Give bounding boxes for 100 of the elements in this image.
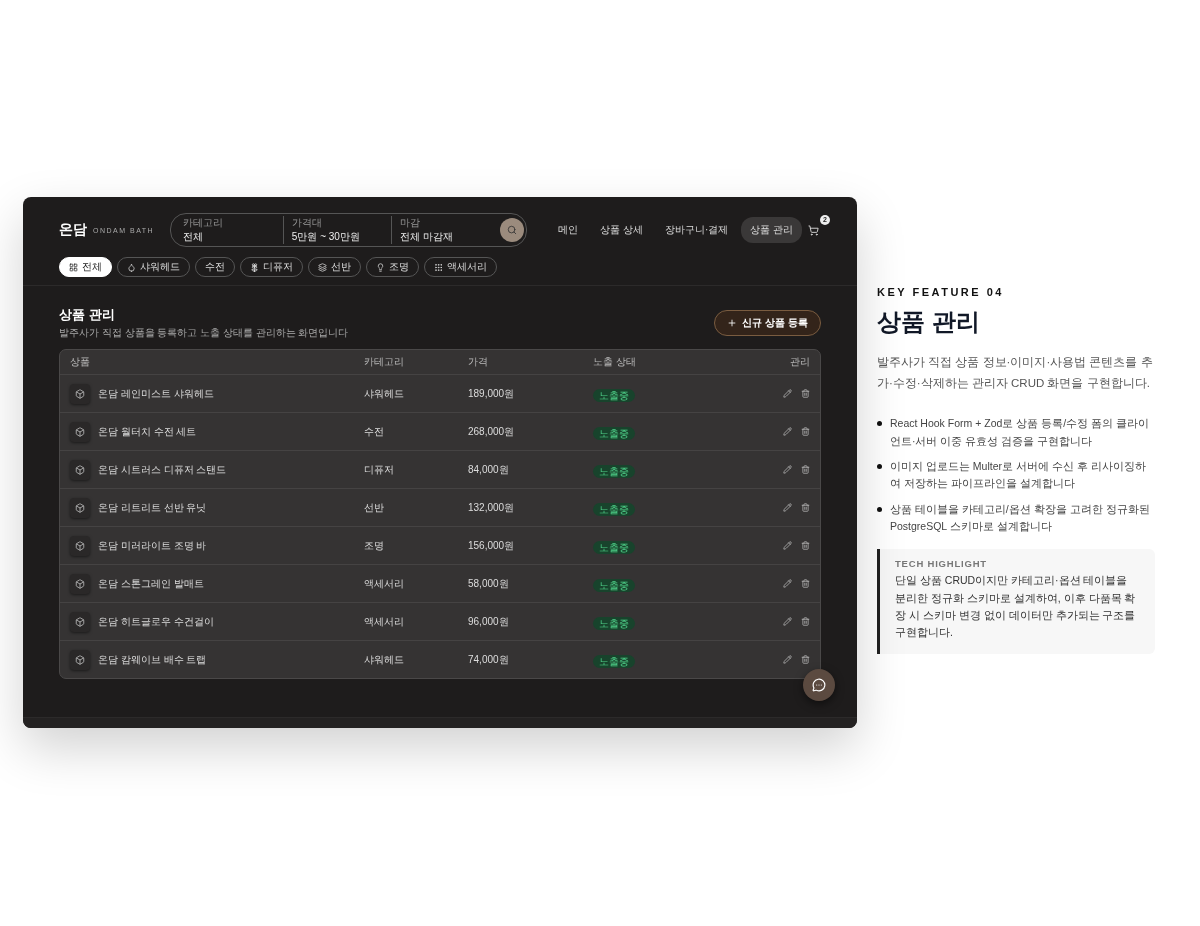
nav-link[interactable]: 장바구니·결제 bbox=[655, 217, 738, 243]
product-name: 온담 리트리트 선반 유닛 bbox=[98, 500, 207, 515]
box-icon bbox=[70, 611, 90, 632]
nav-link[interactable]: 상품 상세 bbox=[591, 217, 652, 243]
category-cell-text: 액세서리 bbox=[364, 614, 405, 629]
box-icon bbox=[70, 421, 90, 442]
dots-grid-icon bbox=[434, 262, 443, 272]
category-cell-text: 수전 bbox=[364, 424, 385, 439]
feature-title: 상품 관리 bbox=[877, 307, 981, 337]
trash-icon[interactable] bbox=[801, 389, 810, 398]
product-name: 온담 미러라이트 조명 바 bbox=[98, 538, 207, 553]
box-icon bbox=[70, 649, 90, 670]
column-header: 가격 bbox=[468, 355, 488, 369]
category-cell-text: 선반 bbox=[364, 500, 385, 515]
category-cell-text: 액세서리 bbox=[364, 576, 405, 591]
price-cell-text: 268,000원 bbox=[468, 424, 516, 439]
status-badge: 노출중 bbox=[593, 464, 635, 478]
product-name: 온담 히트글로우 수건걸이 bbox=[98, 614, 214, 629]
status-badge: 노출중 bbox=[593, 388, 635, 402]
trash-icon[interactable] bbox=[801, 503, 810, 512]
trash-icon[interactable] bbox=[801, 617, 810, 626]
product-name: 온담 시트러스 디퓨저 스탠드 bbox=[98, 462, 227, 477]
search-field-label: 카테고리 bbox=[183, 216, 224, 230]
column-header: 카테고리 bbox=[364, 355, 404, 369]
droplet-icon bbox=[127, 262, 136, 272]
bullet-dot bbox=[877, 464, 882, 469]
price-cell-text: 74,000원 bbox=[468, 652, 510, 667]
trash-icon[interactable] bbox=[801, 427, 810, 436]
edit-icon[interactable] bbox=[783, 655, 792, 664]
column-header: 관리 bbox=[790, 355, 810, 369]
page-subtitle: 발주사가 직접 상품을 등록하고 노출 상태를 관리하는 화면입니다 bbox=[59, 326, 349, 340]
bullet-text: React Hook Form + Zod로 상품 등록/수정 폼의 클라이언트·서버 이중 유효성 검증을 구현합니다 bbox=[890, 416, 1150, 449]
trash-icon[interactable] bbox=[801, 655, 810, 664]
feature-description: 발주사가 직접 상품 정보·이미지·사용법 콘텐츠를 추가·수정·삭제하는 관리자 CRUD 화면을 구현합니다. bbox=[877, 355, 1154, 391]
trash-icon[interactable] bbox=[801, 465, 810, 474]
cart-button[interactable] bbox=[806, 222, 821, 238]
box-icon bbox=[70, 535, 90, 556]
search-field-label: 가격대 bbox=[291, 216, 322, 230]
trash-icon[interactable] bbox=[801, 541, 810, 550]
edit-icon[interactable] bbox=[783, 389, 792, 398]
edit-icon[interactable] bbox=[783, 617, 792, 626]
feature-eyebrow: KEY FEATURE 04 bbox=[877, 286, 1005, 298]
price-cell-text: 58,000원 bbox=[468, 576, 510, 591]
status-badge: 노출중 bbox=[593, 654, 635, 668]
status-badge: 노출중 bbox=[593, 426, 635, 440]
edit-icon[interactable] bbox=[783, 579, 792, 588]
highlight-title: TECH HIGHLIGHT bbox=[895, 558, 988, 570]
edit-icon[interactable] bbox=[783, 503, 792, 512]
chat-button[interactable] bbox=[803, 669, 835, 701]
product-name: 온담 캄웨이브 배수 트랩 bbox=[98, 652, 207, 667]
edit-icon[interactable] bbox=[783, 541, 792, 550]
search-field-value[interactable]: 5만원 ~ 30만원 bbox=[291, 230, 392, 244]
edit-icon[interactable] bbox=[783, 465, 792, 474]
category-chip[interactable]: 전체 bbox=[59, 257, 112, 277]
new-product-button[interactable]: 신규 상품 등록 bbox=[714, 310, 821, 336]
price-cell-text: 156,000원 bbox=[468, 538, 516, 553]
chat-icon bbox=[812, 678, 826, 692]
price-cell-text: 96,000원 bbox=[468, 614, 510, 629]
bullet-text: 이미지 업로드는 Multer로 서버에 수신 후 리사이징하여 저장하는 파이프라인을 설계합니다 bbox=[890, 459, 1147, 492]
search-icon bbox=[507, 225, 518, 235]
bullet-dot bbox=[877, 506, 882, 512]
highlight-text: 단일 상품 CRUD이지만 카테고리·옵션 테이블을 분리한 정규화 스키마로 설계하여, 이후 다품목 확장 시 스키마 변경 없이 데이터만 추가되는 구조를 구현합니다. bbox=[895, 573, 1137, 641]
bullet-text: 상품 테이블을 카테고리/옵션 확장을 고려한 정규화된 PostgreSQL 스키마로 설계합니다 bbox=[890, 501, 1151, 534]
product-name: 온담 레인미스트 샤워헤드 bbox=[98, 386, 214, 401]
search-field-value[interactable]: 전체 마감재 bbox=[400, 230, 501, 244]
category-cell-text: 디퓨저 bbox=[364, 462, 395, 477]
product-name: 온담 스톤그레인 발매트 bbox=[98, 576, 204, 591]
product-name: 온담 월터치 수전 세트 bbox=[98, 424, 197, 439]
box-icon bbox=[70, 497, 90, 518]
nav-link[interactable]: 상품 관리 bbox=[741, 217, 802, 243]
column-header: 노출 상태 bbox=[593, 355, 636, 369]
search-button[interactable] bbox=[500, 218, 525, 242]
layers-icon bbox=[318, 262, 327, 272]
box-icon bbox=[70, 573, 90, 594]
search-field-value[interactable]: 전체 bbox=[183, 230, 283, 244]
bullet-dot bbox=[877, 421, 882, 427]
grid-icon bbox=[69, 262, 78, 272]
nav-link[interactable]: 메인 bbox=[549, 217, 588, 243]
price-cell-text: 189,000원 bbox=[468, 386, 516, 401]
search-field-label: 마감 bbox=[400, 216, 421, 230]
flower-icon bbox=[250, 262, 259, 272]
category-cell-text: 샤워헤드 bbox=[364, 652, 405, 667]
box-icon bbox=[70, 459, 90, 480]
logo: 온담 bbox=[59, 221, 87, 239]
price-cell-text: 84,000원 bbox=[468, 462, 510, 477]
category-cell-text: 조명 bbox=[364, 538, 385, 553]
page-title: 상품 관리 bbox=[59, 306, 116, 324]
edit-icon[interactable] bbox=[783, 427, 792, 436]
column-header: 상품 bbox=[70, 355, 90, 369]
category-cell-text: 샤워헤드 bbox=[364, 386, 405, 401]
box-icon bbox=[70, 383, 90, 404]
trash-icon[interactable] bbox=[801, 579, 810, 588]
price-cell-text: 132,000원 bbox=[468, 500, 516, 515]
plus-icon bbox=[727, 318, 738, 328]
status-badge: 노출중 bbox=[593, 616, 635, 630]
lightbulb-icon bbox=[376, 262, 385, 272]
status-badge: 노출중 bbox=[593, 540, 635, 554]
status-badge: 노출중 bbox=[593, 502, 635, 516]
search-bar[interactable]: 카테고리 전체 가격대 5만원 ~ 30만원 마감 전체 마감재 bbox=[170, 213, 528, 247]
status-badge: 노출중 bbox=[593, 578, 635, 592]
